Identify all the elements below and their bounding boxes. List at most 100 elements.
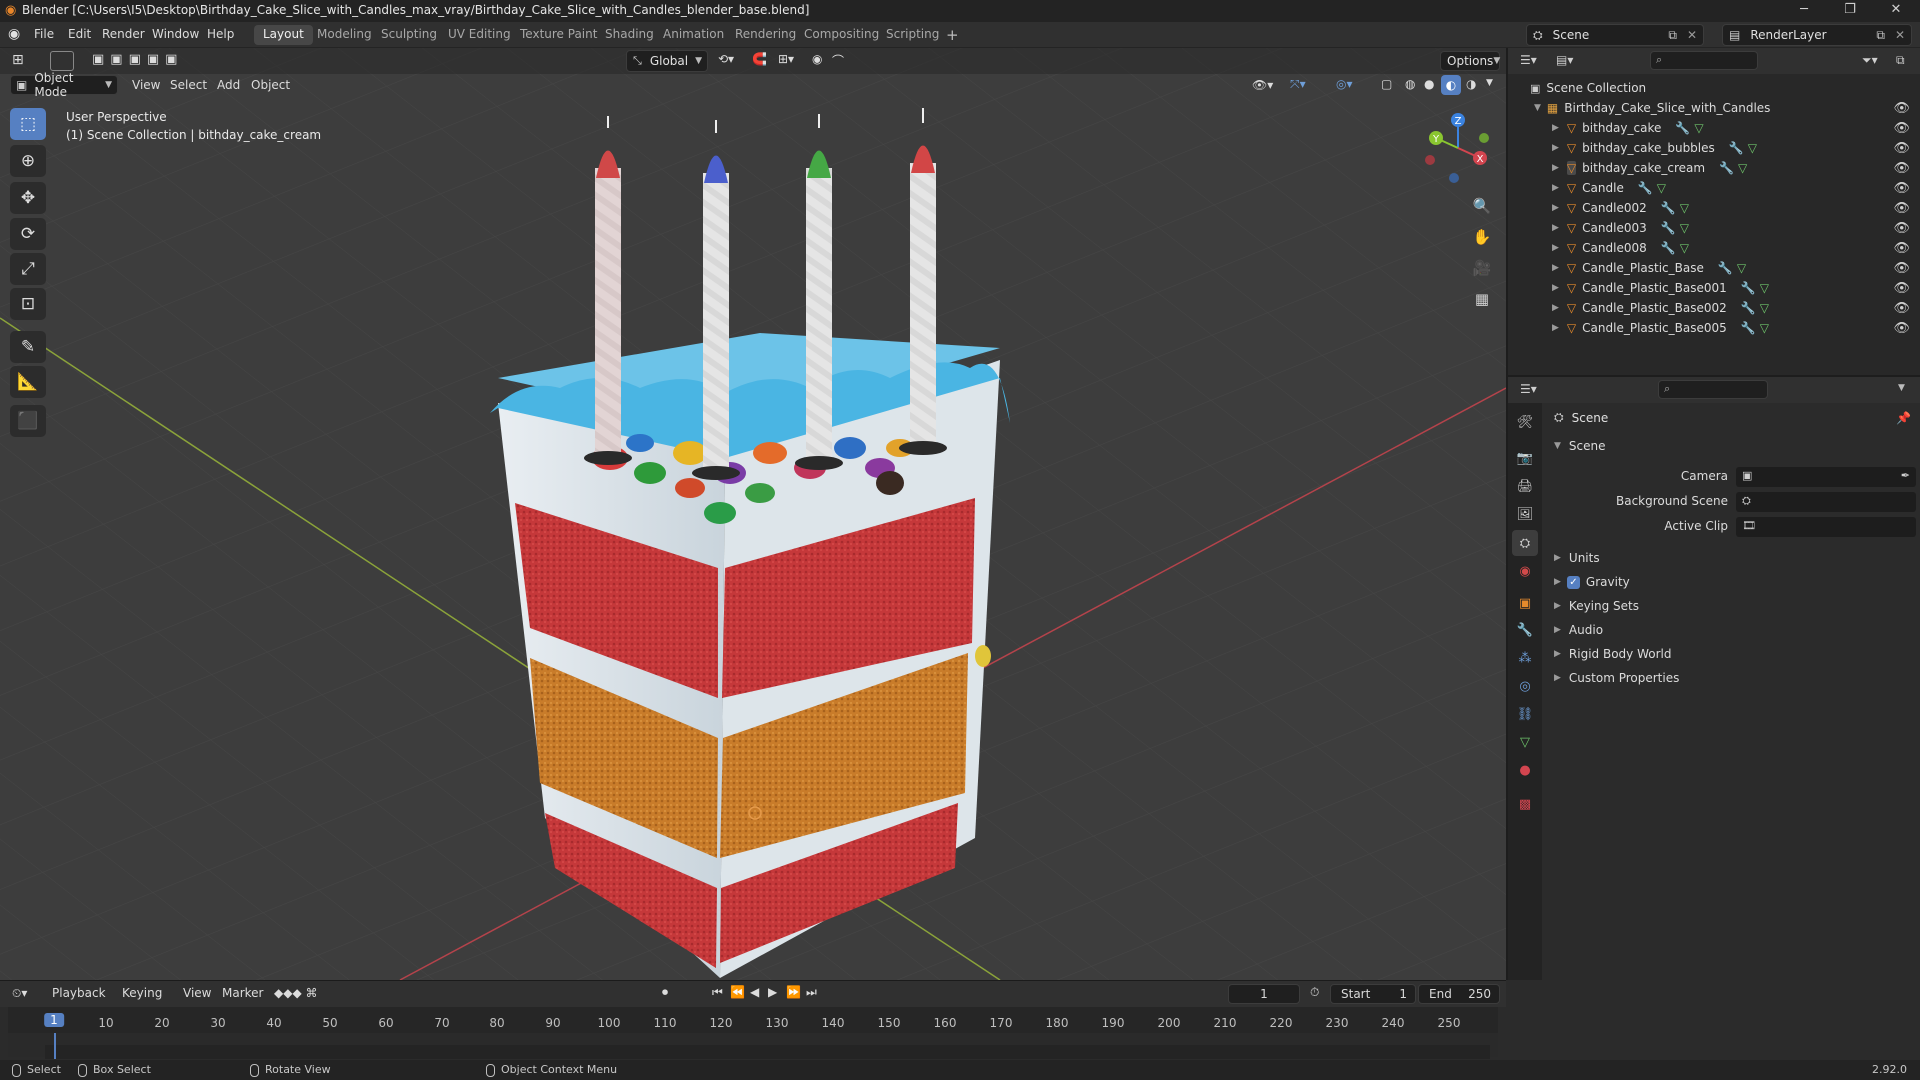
material-preview-shading-icon[interactable]: ◐ [1441,75,1461,95]
visibility-eye-icon[interactable]: 👁 [1893,221,1910,236]
gravity-checkbox[interactable]: ✓ [1566,575,1580,589]
outliner-row-candle008[interactable]: ▶ ▽ Candle008 🔧 ▽ 👁 [1508,238,1920,258]
tab-view-layer-icon[interactable]: 🖼 [1512,501,1538,527]
3d-viewport[interactable]: ⊞ ▣▣▣▣▣ ⤡ Global ▼ ⟲▾ 🧲 ⊞▾ ◉ ⌒ Options ▼… [0,48,1506,980]
outliner-row-bithday-cake-cream[interactable]: ▶ ▽ bithday_cake_cream 🔧 ▽ 👁 [1508,158,1920,178]
tool-move[interactable]: ✥ [10,182,46,214]
new-collection-icon[interactable]: ⧉ [1896,53,1905,68]
menu-edit[interactable]: Edit [68,27,91,41]
add-workspace-icon[interactable]: + [946,26,959,44]
outliner-row-bithday-cake-bubbles[interactable]: ▶ ▽ bithday_cake_bubbles 🔧 ▽ 👁 [1508,138,1920,158]
perspective-toggle-icon[interactable]: ▦ [1468,285,1496,313]
mesh-data-icon[interactable]: ▽ [1737,261,1746,275]
snap-icon[interactable]: 🧲 [752,52,767,66]
jump-end-icon[interactable]: ⏭ [806,985,817,1000]
modifier-wrench-icon[interactable]: 🔧 [1719,161,1734,175]
expand-chevron-icon[interactable]: ▶ [1552,243,1559,253]
expand-chevron-icon[interactable]: ▶ [1552,323,1559,333]
outliner-row-candle003[interactable]: ▶ ▽ Candle003 🔧 ▽ 👁 [1508,218,1920,238]
visibility-eye-icon[interactable]: 👁 [1893,301,1910,316]
expand-chevron-icon[interactable]: ▶ [1552,123,1559,133]
scene-selector[interactable]: ⛭ Scene ⧉ ✕ [1526,24,1704,46]
keying-sets-panel-header[interactable]: ▶ Keying Sets [1546,595,1916,617]
tool-measure[interactable]: 📐 [10,366,46,398]
visibility-eye-icon[interactable]: 👁 [1893,281,1910,296]
maximize-button[interactable]: ❐ [1828,0,1872,22]
modifier-wrench-icon[interactable]: 🔧 [1718,261,1733,275]
editor-type-icon[interactable]: ☰▾ [1520,53,1537,67]
audio-panel-header[interactable]: ▶ Audio [1546,619,1916,641]
transform-orientation-dropdown[interactable]: ⤡ Global ▼ [626,50,708,72]
xray-icon[interactable]: ▢ [1381,77,1392,91]
visibility-eye-icon[interactable]: 👁 [1893,241,1910,256]
selection-mode-icons[interactable]: ▣▣▣▣▣ [92,52,183,67]
scene-panel-header[interactable]: ▼ Scene [1546,435,1916,457]
close-button[interactable]: ✕ [1874,0,1918,22]
modifier-wrench-icon[interactable]: 🔧 [1729,141,1744,155]
expand-chevron-icon[interactable]: ▶ [1552,223,1559,233]
pan-hand-icon[interactable]: ✋ [1468,223,1496,251]
tab-scripting[interactable]: Scripting [877,25,948,45]
tab-texture-icon[interactable]: ▩ [1512,791,1538,817]
current-frame-field[interactable]: 1 [1228,984,1300,1004]
editor-type-icon[interactable]: ☰▾ [1520,382,1537,396]
expand-chevron-icon[interactable]: ▶ [1552,303,1559,313]
mesh-data-icon[interactable]: ▽ [1680,221,1689,235]
mesh-data-icon[interactable]: ▽ [1680,241,1689,255]
chevron-down-icon[interactable]: ▼ [1898,383,1905,393]
modifier-wrench-icon[interactable]: 🔧 [1741,281,1756,295]
modifier-wrench-icon[interactable]: 🔧 [1661,201,1676,215]
rigid-body-world-panel-header[interactable]: ▶ Rigid Body World [1546,643,1916,665]
wireframe-shading-icon[interactable]: ◍ [1405,77,1415,91]
tab-material-icon[interactable]: ● [1512,757,1538,783]
modifier-wrench-icon[interactable]: 🔧 [1741,321,1756,335]
tab-data-icon[interactable]: ▽ [1512,729,1538,755]
expand-chevron-icon[interactable]: ▶ [1552,163,1559,173]
tool-rotate[interactable]: ⟳ [10,218,46,250]
playhead[interactable]: 1 [44,1013,64,1027]
outliner-row-candle002[interactable]: ▶ ▽ Candle002 🔧 ▽ 👁 [1508,198,1920,218]
expand-chevron-icon[interactable]: ▼ [1534,103,1541,113]
visibility-icon[interactable]: 👁▾ [1252,78,1273,92]
eyedropper-icon[interactable]: ✒ [1901,469,1910,482]
outliner-row-candle-plastic-base[interactable]: ▶ ▽ Candle_Plastic_Base 🔧 ▽ 👁 [1508,258,1920,278]
delete-view-layer-icon[interactable]: ✕ [1895,28,1905,42]
outliner-row-bithday-cake[interactable]: ▶ ▽ bithday_cake 🔧 ▽ 👁 [1508,118,1920,138]
pivot-point-icon[interactable]: ⟲▾ [718,52,734,66]
rendered-shading-icon[interactable]: ◑ [1466,77,1476,91]
visibility-eye-icon[interactable]: 👁 [1893,121,1910,136]
modifier-wrench-icon[interactable]: 🔧 [1661,241,1676,255]
proportional-edit-icon[interactable]: ◉ [812,52,822,66]
play-icon[interactable]: ▶ [768,985,777,999]
visibility-eye-icon[interactable]: 👁 [1893,101,1910,116]
units-panel-header[interactable]: ▶ Units [1546,547,1916,569]
menu-keying[interactable]: Keying [122,986,162,1000]
tool-annotate[interactable]: ✎ [10,331,46,363]
tab-layout[interactable]: Layout [254,25,313,45]
jump-start-icon[interactable]: ⏮ [712,985,723,1000]
select-tool-icon[interactable] [50,51,74,71]
expand-chevron-icon[interactable]: ▶ [1552,143,1559,153]
prev-keyframe-icon[interactable]: ⏪ [730,985,745,999]
camera-field[interactable]: ▣ ✒ [1736,467,1916,487]
editor-type-icon[interactable]: ⏲▾ [12,986,27,1001]
visibility-eye-icon[interactable]: 👁 [1893,261,1910,276]
menu-add[interactable]: Add [217,78,240,92]
mesh-data-icon[interactable]: ▽ [1748,141,1757,155]
tab-compositing[interactable]: Compositing [795,25,888,45]
tab-output-icon[interactable]: 🖨 [1512,473,1538,499]
minimize-button[interactable]: ─ [1782,0,1826,22]
menu-file[interactable]: File [34,27,54,41]
visibility-eye-icon[interactable]: 👁 [1893,321,1910,336]
mesh-data-icon[interactable]: ▽ [1760,301,1769,315]
tool-transform[interactable]: ⊡ [10,288,46,320]
visibility-eye-icon[interactable]: 👁 [1893,141,1910,156]
camera-view-icon[interactable]: 🎥 [1468,254,1496,282]
menu-window[interactable]: Window [152,27,199,41]
menu-object[interactable]: Object [251,78,290,92]
outliner-row-candle-plastic-base002[interactable]: ▶ ▽ Candle_Plastic_Base002 🔧 ▽ 👁 [1508,298,1920,318]
tab-modeling[interactable]: Modeling [308,25,381,45]
gravity-panel-header[interactable]: ▶ ✓ Gravity [1546,571,1916,593]
expand-chevron-icon[interactable]: ▶ [1552,263,1559,273]
tab-sculpting[interactable]: Sculpting [372,25,446,45]
